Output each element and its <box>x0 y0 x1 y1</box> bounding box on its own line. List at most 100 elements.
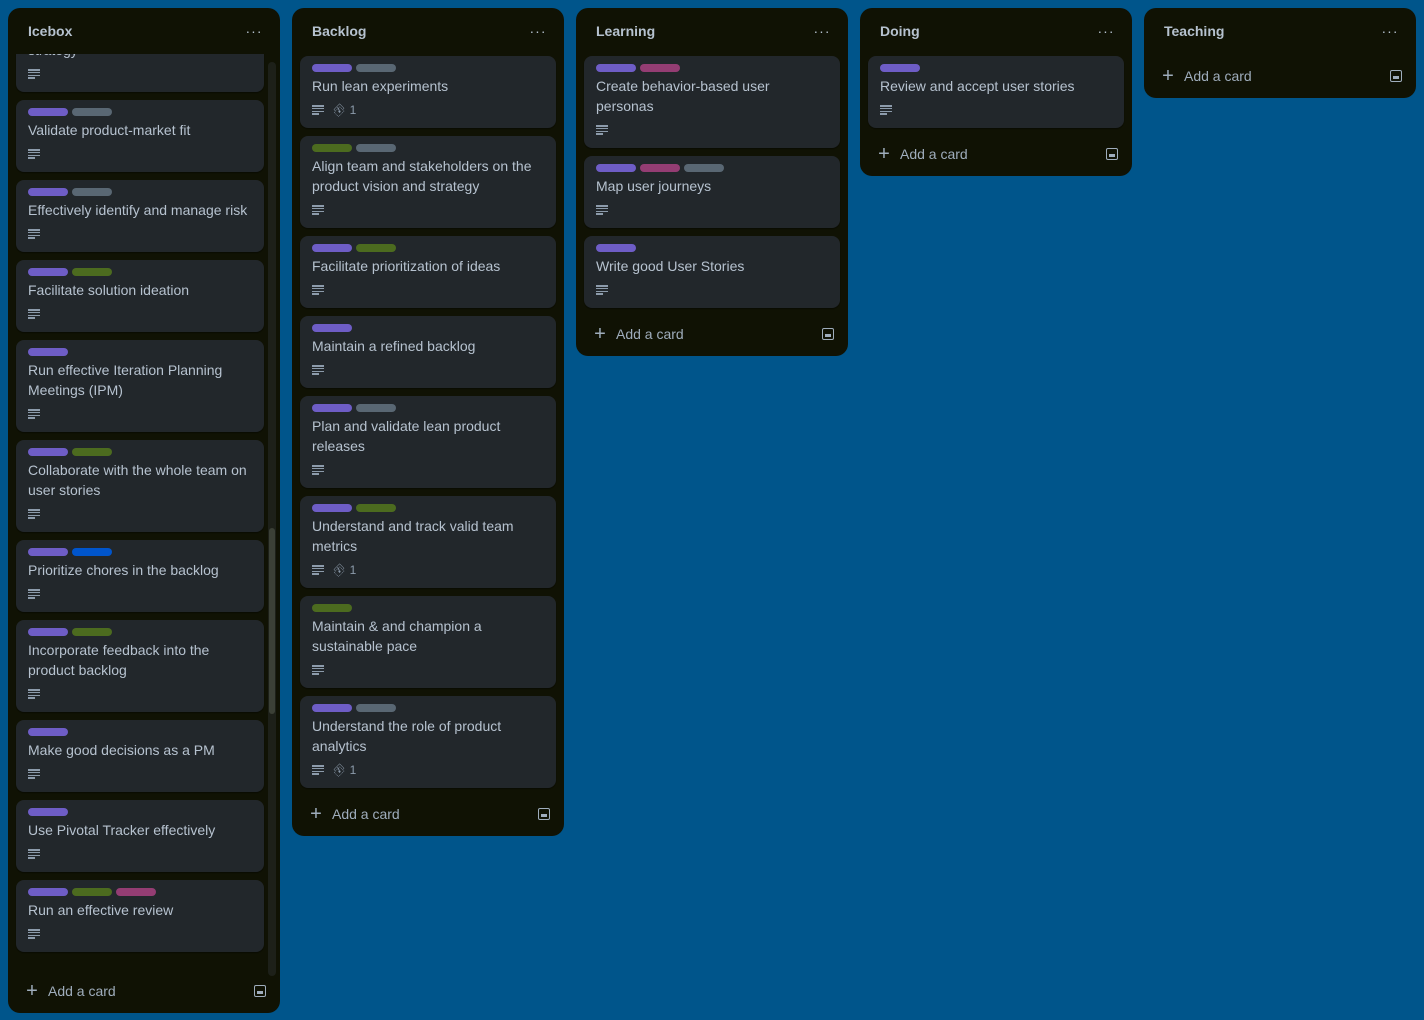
description-icon <box>312 765 324 775</box>
card[interactable]: Run lean experiments ⎘ 1 <box>300 56 556 128</box>
add-card-button[interactable]: + Add a card <box>1160 66 1252 86</box>
list-title[interactable]: Learning <box>596 23 655 39</box>
label-purple[interactable] <box>28 108 68 116</box>
card[interactable]: Plan and validate lean product releases <box>300 396 556 488</box>
add-card-button[interactable]: + Add a card <box>24 981 116 1001</box>
card-labels <box>28 628 252 636</box>
card-badges <box>28 404 252 424</box>
description-icon <box>28 149 40 159</box>
label-purple[interactable] <box>312 504 352 512</box>
list-title[interactable]: Teaching <box>1164 23 1224 39</box>
label-purple[interactable] <box>28 628 68 636</box>
card[interactable]: Validate product-market fit <box>16 100 264 172</box>
label-gray[interactable] <box>72 108 112 116</box>
label-purple[interactable] <box>28 188 68 196</box>
card[interactable]: Maintain & and champion a sustainable pa… <box>300 596 556 688</box>
label-gray[interactable] <box>356 404 396 412</box>
create-from-template-icon[interactable] <box>254 985 266 997</box>
list-title[interactable]: Icebox <box>28 23 72 39</box>
label-purple[interactable] <box>28 808 68 816</box>
card[interactable]: Understand the role of product analytics… <box>300 696 556 788</box>
label-gray[interactable] <box>356 704 396 712</box>
card[interactable]: Run an effective review <box>16 880 264 952</box>
label-magenta[interactable] <box>640 64 680 72</box>
card[interactable]: Facilitate solution ideation <box>16 260 264 332</box>
label-green[interactable] <box>72 448 112 456</box>
label-green[interactable] <box>356 244 396 252</box>
label-purple[interactable] <box>880 64 920 72</box>
label-green[interactable] <box>72 268 112 276</box>
label-magenta[interactable] <box>116 888 156 896</box>
card[interactable]: Maintain a refined backlog <box>300 316 556 388</box>
label-gray[interactable] <box>72 188 112 196</box>
card[interactable]: Create behavior-based user personas <box>584 56 840 148</box>
label-purple[interactable] <box>28 448 68 456</box>
label-gray[interactable] <box>356 144 396 152</box>
create-from-template-icon[interactable] <box>538 808 550 820</box>
add-card-button[interactable]: + Add a card <box>592 324 684 344</box>
card-badges: ⎘ 1 <box>312 560 544 580</box>
label-purple[interactable] <box>28 548 68 556</box>
create-from-template-icon[interactable] <box>822 328 834 340</box>
card[interactable]: strategy <box>16 54 264 92</box>
label-purple[interactable] <box>28 888 68 896</box>
card[interactable]: Map user journeys <box>584 156 840 228</box>
scrollbar-thumb[interactable] <box>269 528 275 714</box>
label-purple[interactable] <box>312 244 352 252</box>
label-green[interactable] <box>72 888 112 896</box>
card[interactable]: Align team and stakeholders on the produ… <box>300 136 556 228</box>
card-title: strategy <box>28 54 252 60</box>
card[interactable]: Review and accept user stories <box>868 56 1124 128</box>
label-purple[interactable] <box>596 244 636 252</box>
label-gray[interactable] <box>356 64 396 72</box>
card[interactable]: Prioritize chores in the backlog <box>16 540 264 612</box>
list-more-icon[interactable]: ··· <box>1094 19 1118 43</box>
label-purple[interactable] <box>312 704 352 712</box>
card-title: Create behavior-based user personas <box>596 78 770 114</box>
list-more-icon[interactable]: ··· <box>242 19 266 43</box>
label-blue[interactable] <box>72 548 112 556</box>
label-purple[interactable] <box>596 164 636 172</box>
description-icon <box>28 849 40 859</box>
label-purple[interactable] <box>312 404 352 412</box>
card-title: Run lean experiments <box>312 78 449 94</box>
label-gray[interactable] <box>684 164 724 172</box>
card-badges <box>312 360 544 380</box>
label-green[interactable] <box>312 604 352 612</box>
description-icon <box>28 69 40 79</box>
label-purple[interactable] <box>312 324 352 332</box>
label-purple[interactable] <box>28 268 68 276</box>
card[interactable]: Collaborate with the whole team on user … <box>16 440 264 532</box>
label-purple[interactable] <box>28 728 68 736</box>
card[interactable]: Run effective Iteration Planning Meeting… <box>16 340 264 432</box>
card-badges <box>28 144 252 164</box>
list-title[interactable]: Doing <box>880 23 920 39</box>
label-purple[interactable] <box>312 64 352 72</box>
list-more-icon[interactable]: ··· <box>1378 19 1402 43</box>
create-from-template-icon[interactable] <box>1106 148 1118 160</box>
card[interactable]: Effectively identify and manage risk <box>16 180 264 252</box>
card-badges <box>312 460 544 480</box>
add-card-button[interactable]: + Add a card <box>876 144 968 164</box>
label-purple[interactable] <box>28 348 68 356</box>
label-green[interactable] <box>72 628 112 636</box>
list-title[interactable]: Backlog <box>312 23 366 39</box>
list-more-icon[interactable]: ··· <box>526 19 550 43</box>
card[interactable]: Write good User Stories <box>584 236 840 308</box>
description-icon <box>312 205 324 215</box>
card[interactable]: Facilitate prioritization of ideas <box>300 236 556 308</box>
card[interactable]: Use Pivotal Tracker effectively <box>16 800 264 872</box>
add-card-button[interactable]: + Add a card <box>308 804 400 824</box>
label-green[interactable] <box>312 144 352 152</box>
label-magenta[interactable] <box>640 164 680 172</box>
card-title: Maintain a refined backlog <box>312 338 476 354</box>
label-purple[interactable] <box>596 64 636 72</box>
label-green[interactable] <box>356 504 396 512</box>
list-more-icon[interactable]: ··· <box>810 19 834 43</box>
create-from-template-icon[interactable] <box>1390 70 1402 82</box>
card-labels <box>312 404 544 412</box>
card[interactable]: Incorporate feedback into the product ba… <box>16 620 264 712</box>
card[interactable]: Make good decisions as a PM <box>16 720 264 792</box>
list-scrollbar[interactable] <box>268 62 276 976</box>
card[interactable]: Understand and track valid team metrics ⎘… <box>300 496 556 588</box>
